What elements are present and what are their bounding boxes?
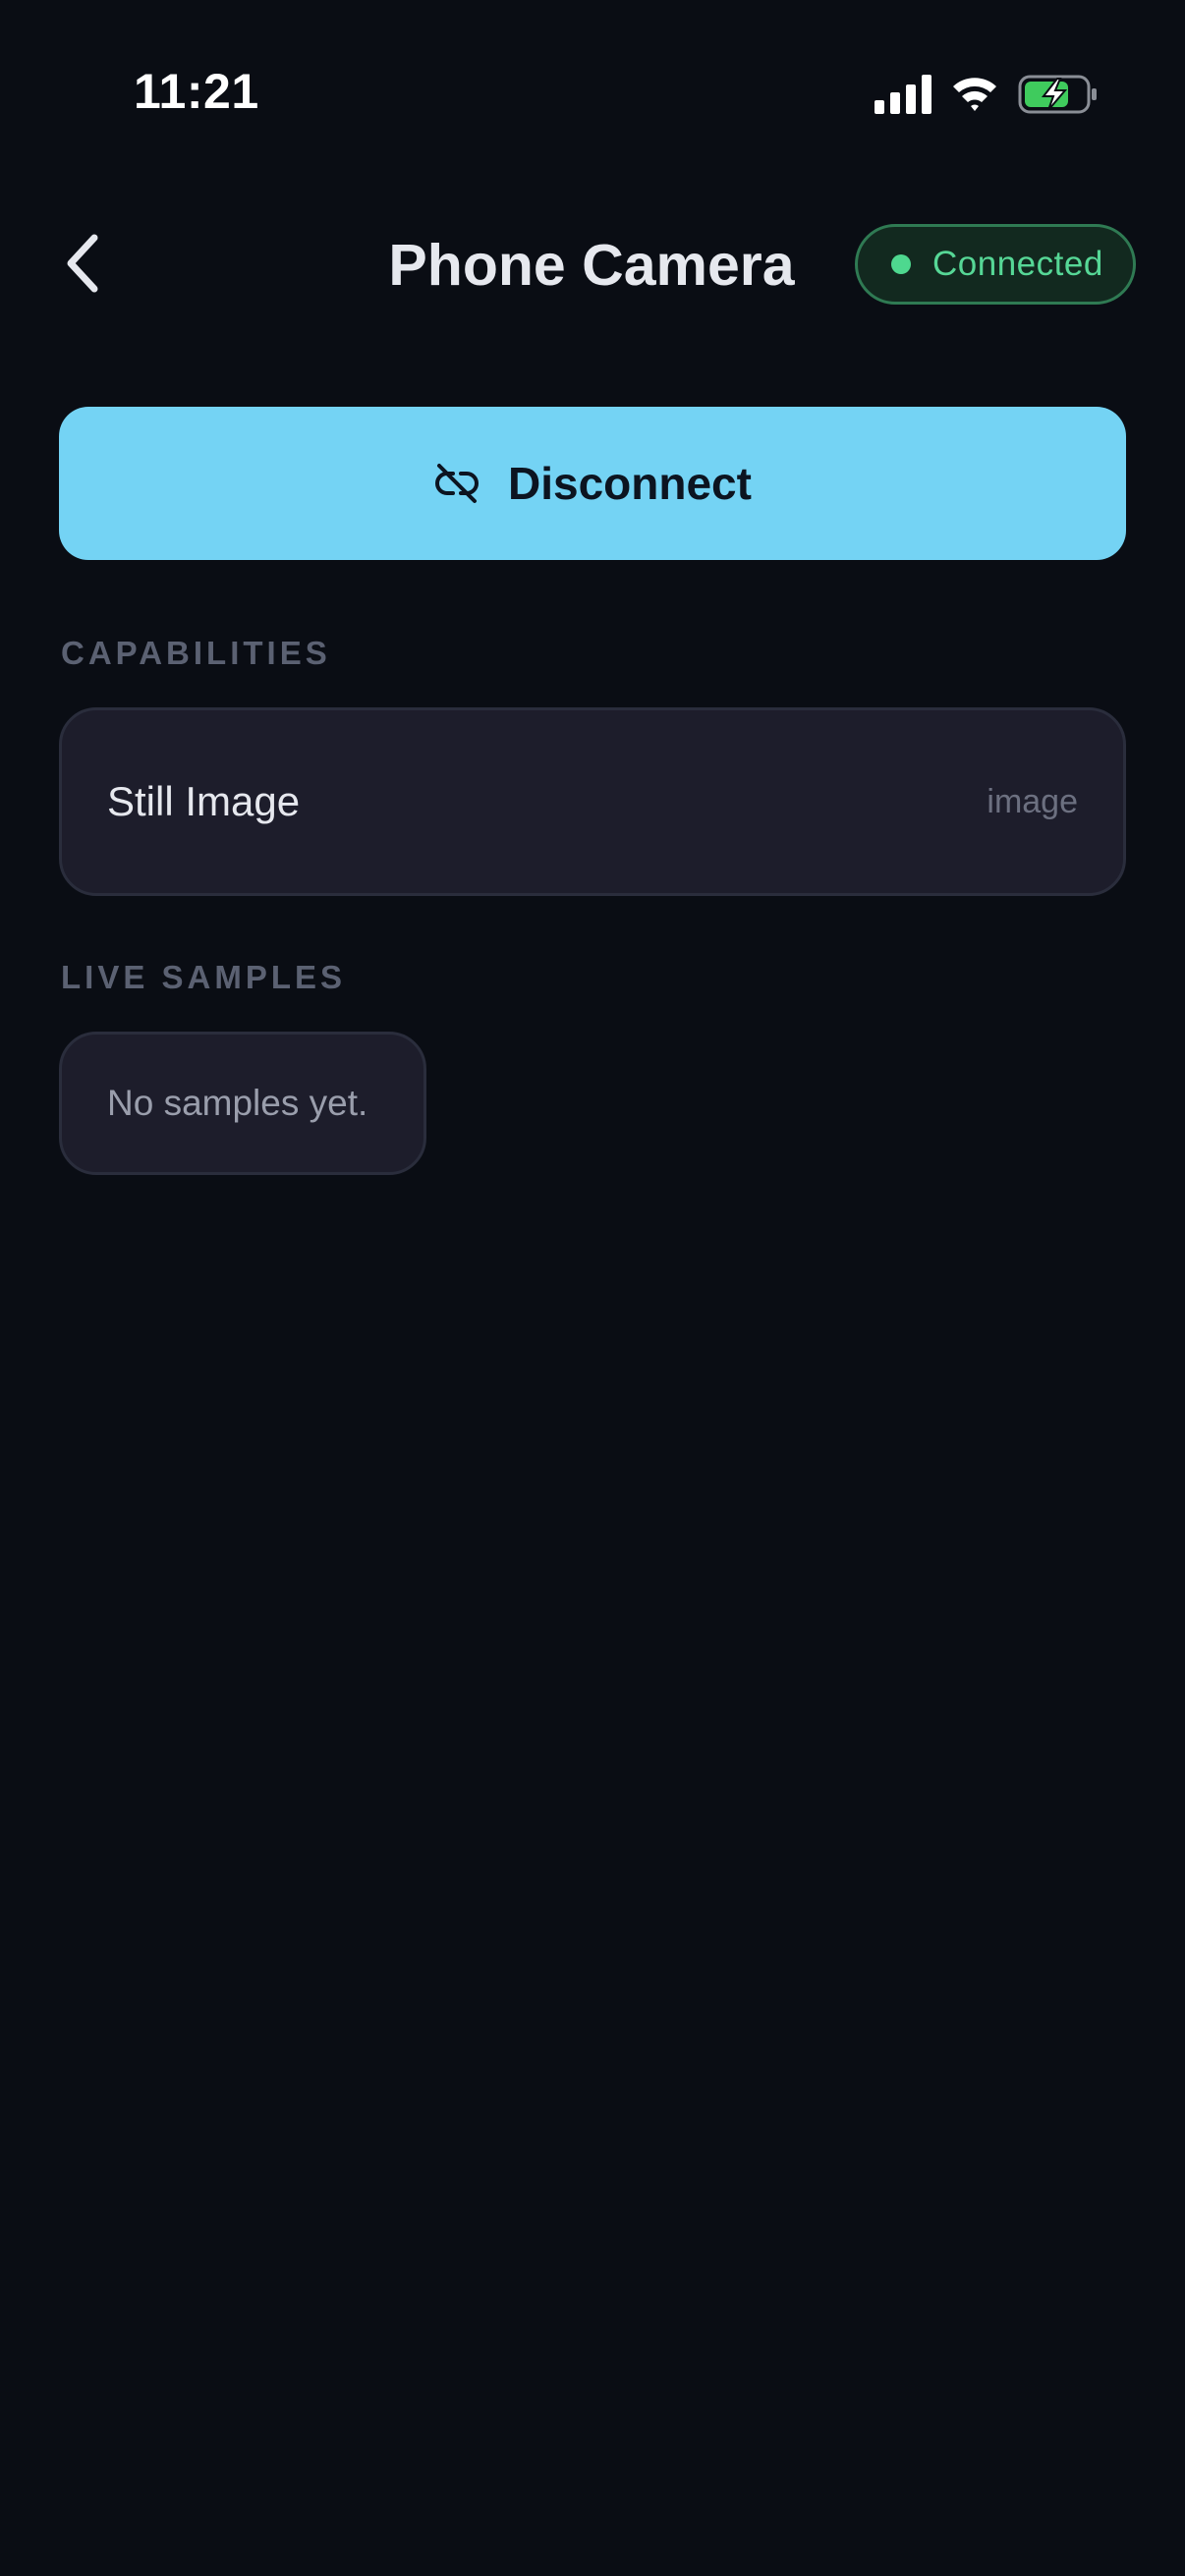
samples-empty-text: No samples yet.	[107, 1083, 368, 1123]
signal-icon	[875, 74, 931, 119]
unlink-icon	[433, 460, 480, 507]
capabilities-heading: CAPABILITIES	[61, 635, 331, 671]
capability-item[interactable]: Still Image image	[59, 707, 1126, 896]
connection-status-badge: Connected	[855, 224, 1136, 305]
status-bar: 11:21	[0, 0, 1185, 196]
capability-name: Still Image	[107, 778, 301, 824]
status-label: Connected	[932, 245, 1103, 283]
status-time: 11:21	[134, 64, 259, 119]
back-button[interactable]	[53, 228, 112, 303]
live-samples-heading: LIVE SAMPLES	[61, 959, 347, 995]
capability-type: image	[987, 782, 1078, 820]
disconnect-label: Disconnect	[508, 458, 752, 509]
status-dot	[891, 254, 911, 274]
samples-empty-card: No samples yet.	[59, 1032, 426, 1175]
page-title: Phone Camera	[388, 233, 795, 298]
disconnect-button[interactable]: Disconnect	[59, 407, 1126, 560]
wifi-icon	[951, 75, 998, 119]
battery-charging-icon	[1018, 75, 1099, 119]
chevron-left-icon	[63, 232, 102, 300]
status-icons	[875, 73, 1099, 120]
